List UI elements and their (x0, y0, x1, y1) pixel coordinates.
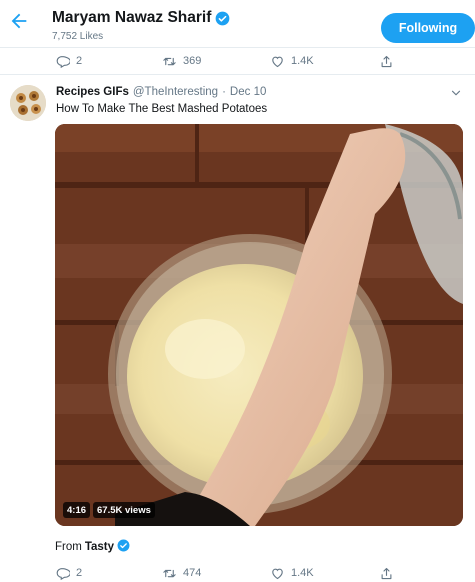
retweet-icon (163, 569, 176, 577)
caret-down-icon[interactable] (449, 86, 463, 100)
verified-badge-icon (215, 11, 230, 26)
reply-count: 2 (76, 55, 83, 67)
like-count: 1.4K (291, 55, 314, 67)
reply-action[interactable]: 2 (55, 560, 82, 582)
page-header: Maryam Nawaz Sharif 7,752 Likes Followin… (0, 0, 475, 48)
share-icon (381, 567, 392, 579)
profile-name: Maryam Nawaz Sharif (52, 9, 212, 26)
share-action[interactable] (379, 560, 394, 582)
tweet-date[interactable]: Dec 10 (230, 86, 266, 98)
retweet-action[interactable]: 474 (162, 560, 201, 582)
reply-icon (56, 567, 70, 580)
video-duration-badge: 4:16 (63, 502, 91, 518)
author-name[interactable]: Recipes GIFs (56, 86, 129, 98)
tweet-text: How To Make The Best Mashed Potatoes (56, 103, 268, 115)
back-arrow-icon[interactable] (8, 10, 30, 32)
from-source: From Tasty (55, 539, 132, 554)
meta-separator: · (222, 86, 226, 98)
following-button[interactable]: Following (381, 13, 475, 43)
tweet-header: Recipes GIFs @TheInteresting · Dec 10 (56, 86, 266, 98)
like-action[interactable]: 1.4K (270, 560, 314, 582)
reply-icon (56, 55, 70, 68)
tweet-divider (0, 74, 475, 75)
tweet-video[interactable]: 4:16 67.5K views (55, 124, 463, 526)
video-views-badge: 67.5K views (93, 502, 155, 518)
profile-title: Maryam Nawaz Sharif (52, 9, 230, 27)
reply-count: 2 (76, 567, 83, 579)
retweet-icon (163, 57, 176, 65)
tweet-actions: 2 474 1.4K (0, 560, 475, 582)
reply-action[interactable]: 2 (55, 48, 82, 74)
like-icon (272, 568, 283, 579)
like-action[interactable]: 1.4K (270, 48, 314, 74)
verified-badge-icon (117, 539, 132, 554)
from-prefix: From (55, 540, 82, 553)
likes-count: 7,752 Likes (52, 31, 104, 42)
avatar[interactable] (10, 85, 46, 121)
retweet-count: 474 (183, 567, 202, 579)
author-handle[interactable]: @TheInteresting (133, 86, 218, 98)
retweet-action[interactable]: 369 (162, 48, 201, 74)
share-action[interactable] (379, 48, 394, 74)
video-frame (55, 124, 463, 526)
like-count: 1.4K (291, 567, 314, 579)
share-icon (381, 55, 392, 67)
top-tweet-actions: 2 369 1.4K (0, 48, 475, 74)
like-icon (272, 56, 283, 67)
source-name[interactable]: Tasty (85, 541, 114, 553)
retweet-count: 369 (183, 55, 202, 67)
